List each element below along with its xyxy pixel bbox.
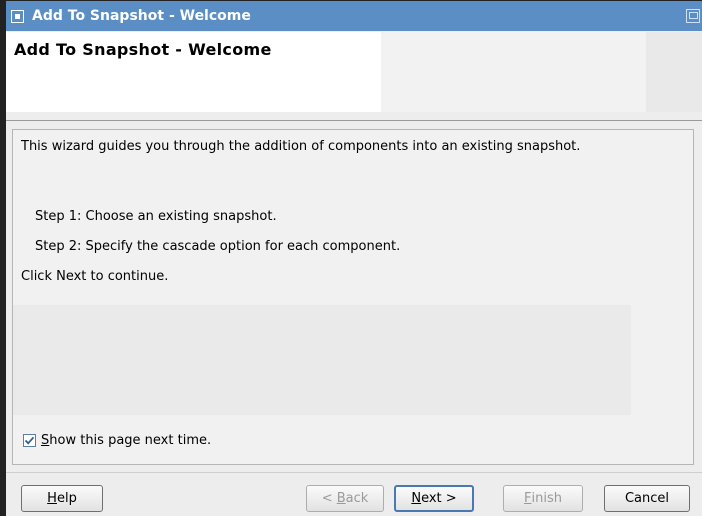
- header-divider: [6, 120, 702, 121]
- panel-background: [13, 305, 631, 415]
- title-bar[interactable]: Add To Snapshot - Welcome: [6, 1, 702, 31]
- checkmark-icon: [24, 436, 35, 445]
- help-button[interactable]: Help: [21, 485, 103, 512]
- page-title: Add To Snapshot - Welcome: [14, 40, 272, 59]
- button-bar-divider: [6, 472, 702, 473]
- show-page-checkbox[interactable]: [23, 434, 36, 447]
- finish-button[interactable]: Finish: [503, 485, 583, 512]
- window-menu-icon[interactable]: [11, 9, 24, 23]
- step-2-text: Step 2: Specify the cascade option for e…: [35, 239, 401, 254]
- dialog-window: Add To Snapshot - Welcome Add To Snapsho…: [0, 0, 702, 516]
- show-page-checkbox-label[interactable]: Show this page next time.: [41, 433, 211, 448]
- show-page-checkbox-row[interactable]: Show this page next time.: [23, 433, 211, 448]
- header-image-area: [646, 32, 702, 112]
- window-title: Add To Snapshot - Welcome: [32, 8, 251, 24]
- intro-text: This wizard guides you through the addit…: [21, 139, 581, 154]
- step-1-text: Step 1: Choose an existing snapshot.: [35, 209, 277, 224]
- back-button[interactable]: < Back: [306, 485, 384, 512]
- welcome-panel: This wizard guides you through the addit…: [12, 129, 694, 465]
- continue-text: Click Next to continue.: [21, 269, 169, 284]
- maximize-icon[interactable]: [686, 9, 700, 23]
- next-button[interactable]: Next >: [394, 485, 474, 512]
- cancel-button[interactable]: Cancel: [604, 485, 690, 512]
